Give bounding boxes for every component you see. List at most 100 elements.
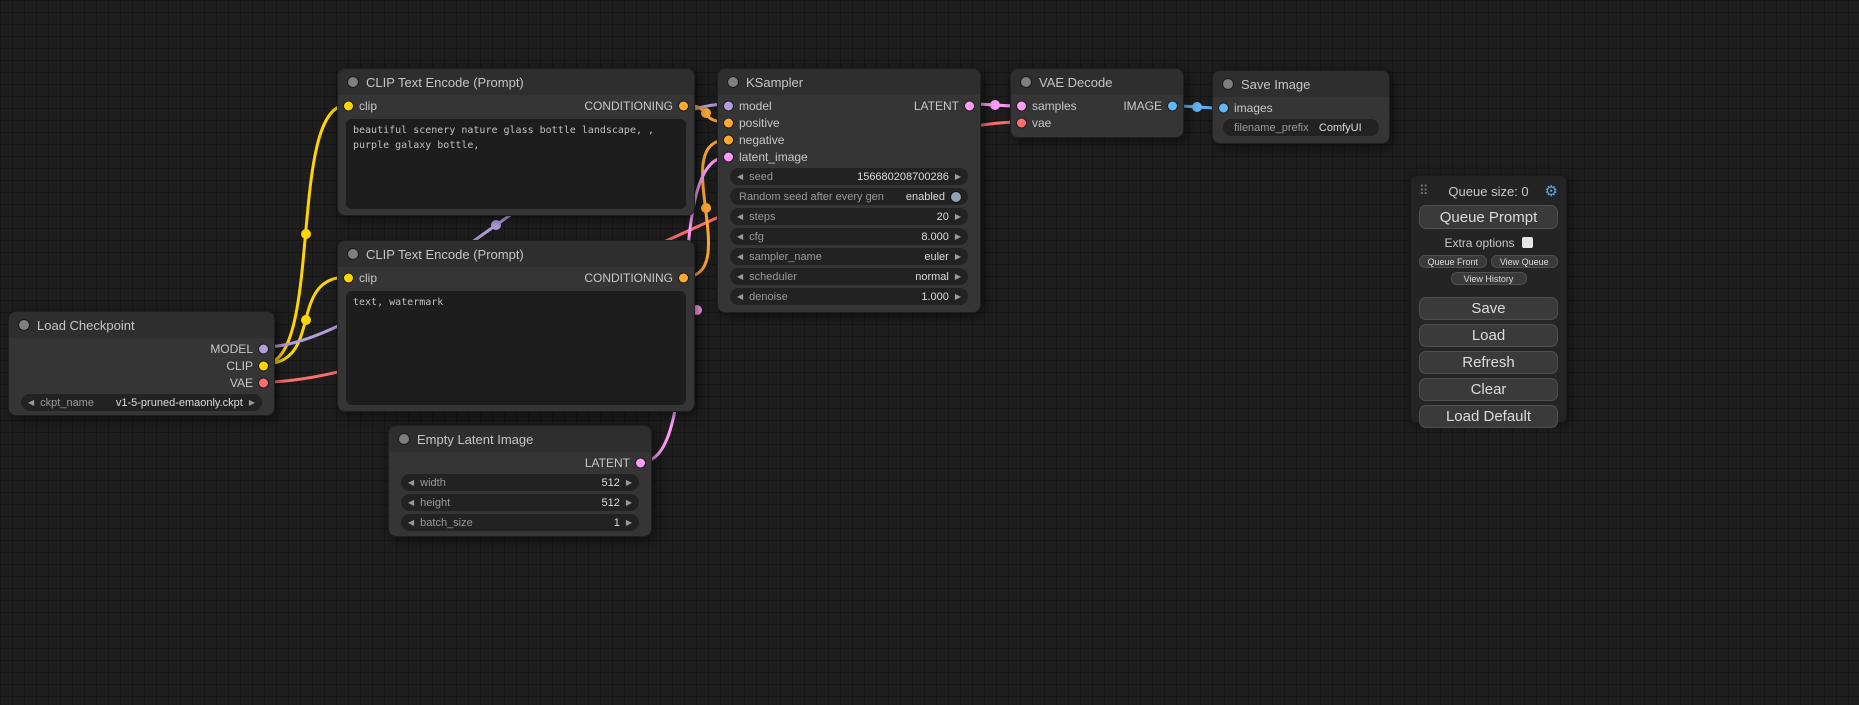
negative-prompt-textarea[interactable]: text, watermark xyxy=(346,291,686,405)
node-load-checkpoint[interactable]: Load Checkpoint MODEL CLIP VAE ◀ ckpt_na… xyxy=(8,311,275,416)
conditioning-input-pin[interactable] xyxy=(724,118,733,127)
collapse-dot[interactable] xyxy=(728,77,738,87)
arrow-left-icon[interactable]: ◀ xyxy=(737,273,743,281)
widget-scheduler[interactable]: ◀ scheduler normal ▶ xyxy=(730,268,968,285)
output-slot-model[interactable]: MODEL xyxy=(9,340,274,357)
arrow-left-icon[interactable]: ◀ xyxy=(408,479,414,487)
arrow-right-icon[interactable]: ▶ xyxy=(249,399,255,407)
output-slot-conditioning[interactable]: CONDITIONING xyxy=(516,269,694,286)
widget-steps[interactable]: ◀ steps 20 ▶ xyxy=(730,208,968,225)
extra-options-checkbox[interactable] xyxy=(1522,237,1533,248)
input-slot-latent-image[interactable]: latent_image xyxy=(718,148,980,165)
save-button[interactable]: Save xyxy=(1419,297,1558,320)
comfyui-canvas[interactable]: { "colors": { "model": "#B39DDB", "clip"… xyxy=(0,0,1859,705)
node-ksampler[interactable]: KSampler LATENT model positive negative … xyxy=(717,68,981,313)
vae-input-pin[interactable] xyxy=(1017,118,1026,127)
input-slot-images[interactable]: images xyxy=(1213,99,1389,116)
input-slot-model[interactable]: model xyxy=(718,97,980,114)
clip-input-pin[interactable] xyxy=(344,273,353,282)
input-slot-negative[interactable]: negative xyxy=(718,131,980,148)
arrow-right-icon[interactable]: ▶ xyxy=(955,173,961,181)
settings-gear-icon[interactable]: ⚙ xyxy=(1545,182,1558,200)
widget-random-seed-toggle[interactable]: Random seed after every gen enabled xyxy=(730,188,968,205)
queue-prompt-button[interactable]: Queue Prompt xyxy=(1419,205,1558,229)
input-slot-clip[interactable]: clip xyxy=(338,269,516,286)
widget-seed[interactable]: ◀ seed 156680208700286 ▶ xyxy=(730,168,968,185)
collapse-dot[interactable] xyxy=(19,320,29,330)
toggle-dot[interactable] xyxy=(951,192,961,202)
arrow-left-icon[interactable]: ◀ xyxy=(408,519,414,527)
queue-menu-panel[interactable]: ⠿ Queue size: 0 ⚙ Queue Prompt Extra opt… xyxy=(1410,175,1567,423)
latent-input-pin[interactable] xyxy=(724,152,733,161)
widget-batch-size[interactable]: ◀ batch_size 1 ▶ xyxy=(401,514,639,531)
conditioning-output-pin[interactable] xyxy=(679,101,688,110)
node-title-bar[interactable]: Empty Latent Image xyxy=(389,426,651,452)
widget-height[interactable]: ◀ height 512 ▶ xyxy=(401,494,639,511)
arrow-left-icon[interactable]: ◀ xyxy=(408,499,414,507)
output-slot-latent[interactable]: LATENT xyxy=(389,454,651,471)
collapse-dot[interactable] xyxy=(348,77,358,87)
arrow-left-icon[interactable]: ◀ xyxy=(737,293,743,301)
drag-handle-icon[interactable]: ⠿ xyxy=(1419,183,1429,199)
arrow-left-icon[interactable]: ◀ xyxy=(737,253,743,261)
output-slot-clip[interactable]: CLIP xyxy=(9,357,274,374)
arrow-right-icon[interactable]: ▶ xyxy=(626,479,632,487)
arrow-left-icon[interactable]: ◀ xyxy=(28,399,34,407)
node-title-bar[interactable]: Save Image xyxy=(1213,71,1389,97)
arrow-right-icon[interactable]: ▶ xyxy=(955,293,961,301)
input-slot-samples[interactable]: samples xyxy=(1011,97,1183,114)
arrow-right-icon[interactable]: ▶ xyxy=(626,499,632,507)
view-history-button[interactable]: View History xyxy=(1451,272,1527,285)
input-slot-vae[interactable]: vae xyxy=(1011,114,1183,131)
input-slot-clip[interactable]: clip xyxy=(338,97,516,114)
clear-button[interactable]: Clear xyxy=(1419,378,1558,401)
node-vae-decode[interactable]: VAE Decode IMAGE samples vae xyxy=(1010,68,1184,138)
widget-sampler-name[interactable]: ◀ sampler_name euler ▶ xyxy=(730,248,968,265)
load-default-button[interactable]: Load Default xyxy=(1419,405,1558,428)
arrow-left-icon[interactable]: ◀ xyxy=(737,173,743,181)
clip-output-pin[interactable] xyxy=(259,361,268,370)
widget-ckpt-name[interactable]: ◀ ckpt_name v1-5-pruned-emaonly.ckpt ▶ xyxy=(21,394,262,411)
refresh-button[interactable]: Refresh xyxy=(1419,351,1558,374)
latent-input-pin[interactable] xyxy=(1017,101,1026,110)
vae-output-pin[interactable] xyxy=(259,378,268,387)
collapse-dot[interactable] xyxy=(1021,77,1031,87)
node-title-bar[interactable]: KSampler xyxy=(718,69,980,95)
positive-prompt-textarea[interactable]: beautiful scenery nature glass bottle la… xyxy=(346,119,686,209)
arrow-right-icon[interactable]: ▶ xyxy=(626,519,632,527)
collapse-dot[interactable] xyxy=(399,434,409,444)
clip-input-pin[interactable] xyxy=(344,101,353,110)
model-output-pin[interactable] xyxy=(259,344,268,353)
output-slot-vae[interactable]: VAE xyxy=(9,374,274,391)
node-title-bar[interactable]: Load Checkpoint xyxy=(9,312,274,338)
arrow-right-icon[interactable]: ▶ xyxy=(955,273,961,281)
view-queue-button[interactable]: View Queue xyxy=(1491,255,1559,268)
conditioning-output-pin[interactable] xyxy=(679,273,688,282)
image-input-pin[interactable] xyxy=(1219,103,1228,112)
output-slot-conditioning[interactable]: CONDITIONING xyxy=(516,97,694,114)
widget-filename-prefix[interactable]: filename_prefix ComfyUI xyxy=(1223,119,1379,136)
arrow-left-icon[interactable]: ◀ xyxy=(737,213,743,221)
load-button[interactable]: Load xyxy=(1419,324,1558,347)
node-title-bar[interactable]: VAE Decode xyxy=(1011,69,1183,95)
input-slot-positive[interactable]: positive xyxy=(718,114,980,131)
model-input-pin[interactable] xyxy=(724,101,733,110)
collapse-dot[interactable] xyxy=(348,249,358,259)
node-empty-latent-image[interactable]: Empty Latent Image LATENT ◀ width 512 ▶ … xyxy=(388,425,652,537)
widget-denoise[interactable]: ◀ denoise 1.000 ▶ xyxy=(730,288,968,305)
node-title-bar[interactable]: CLIP Text Encode (Prompt) xyxy=(338,69,694,95)
node-clip-text-encode-positive[interactable]: CLIP Text Encode (Prompt) clip CONDITION… xyxy=(337,68,695,216)
arrow-right-icon[interactable]: ▶ xyxy=(955,253,961,261)
node-clip-text-encode-negative[interactable]: CLIP Text Encode (Prompt) clip CONDITION… xyxy=(337,240,695,412)
latent-output-pin[interactable] xyxy=(636,458,645,467)
arrow-right-icon[interactable]: ▶ xyxy=(955,233,961,241)
arrow-right-icon[interactable]: ▶ xyxy=(955,213,961,221)
collapse-dot[interactable] xyxy=(1223,79,1233,89)
widget-cfg[interactable]: ◀ cfg 8.000 ▶ xyxy=(730,228,968,245)
queue-front-button[interactable]: Queue Front xyxy=(1419,255,1487,268)
node-save-image[interactable]: Save Image images filename_prefix ComfyU… xyxy=(1212,70,1390,144)
conditioning-input-pin[interactable] xyxy=(724,135,733,144)
node-title-bar[interactable]: CLIP Text Encode (Prompt) xyxy=(338,241,694,267)
arrow-left-icon[interactable]: ◀ xyxy=(737,233,743,241)
widget-width[interactable]: ◀ width 512 ▶ xyxy=(401,474,639,491)
